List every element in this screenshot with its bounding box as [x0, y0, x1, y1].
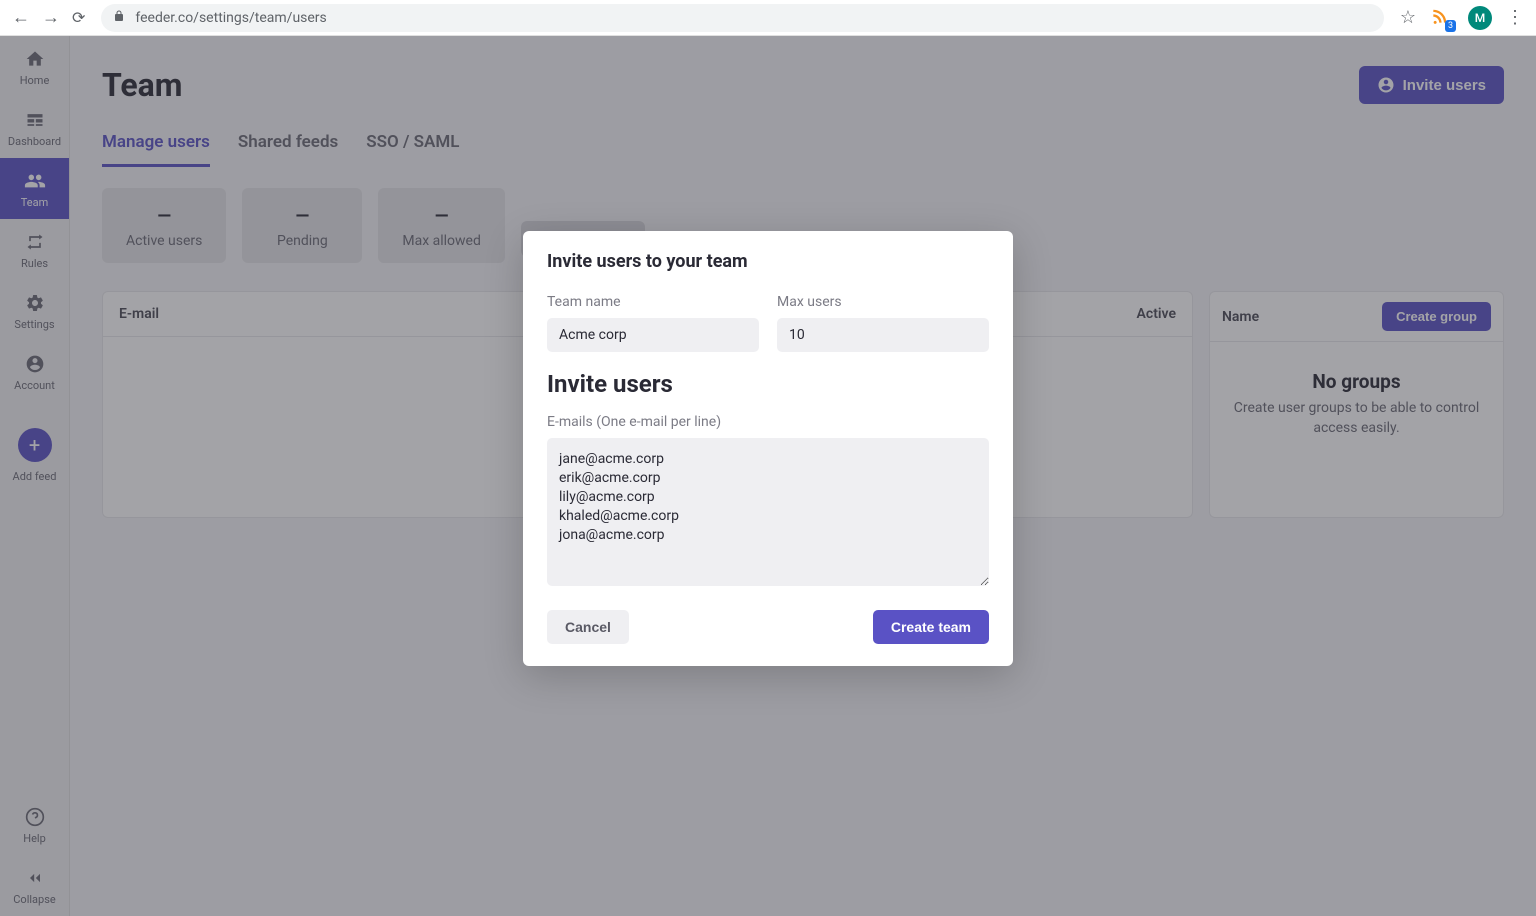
bookmark-icon[interactable]: ☆ — [1400, 7, 1416, 28]
modal-overlay[interactable]: Invite users to your team Team name Max … — [0, 36, 1536, 916]
cancel-button[interactable]: Cancel — [547, 610, 629, 644]
forward-button[interactable]: → — [42, 7, 60, 28]
invite-modal: Invite users to your team Team name Max … — [523, 231, 1013, 666]
max-users-label: Max users — [777, 294, 989, 310]
profile-avatar[interactable]: M — [1468, 6, 1492, 30]
reload-button[interactable]: ⟳ — [72, 8, 85, 27]
max-users-input[interactable] — [777, 318, 989, 352]
modal-subtitle: Invite users — [547, 370, 989, 398]
back-button[interactable]: ← — [12, 7, 30, 28]
emails-label: E-mails (One e-mail per line) — [547, 414, 989, 430]
address-bar[interactable]: feeder.co/settings/team/users — [101, 4, 1383, 32]
url-text: feeder.co/settings/team/users — [135, 10, 326, 26]
browser-menu-icon[interactable]: ⋮ — [1506, 7, 1524, 28]
modal-title: Invite users to your team — [547, 251, 989, 272]
create-team-button[interactable]: Create team — [873, 610, 989, 644]
emails-textarea[interactable] — [547, 438, 989, 586]
team-name-input[interactable] — [547, 318, 759, 352]
team-name-label: Team name — [547, 294, 759, 310]
browser-chrome: ← → ⟳ feeder.co/settings/team/users ☆ 3 … — [0, 0, 1536, 36]
extension-badge: 3 — [1445, 20, 1456, 32]
lock-icon — [113, 10, 125, 25]
extension-icon[interactable]: 3 — [1430, 6, 1454, 30]
